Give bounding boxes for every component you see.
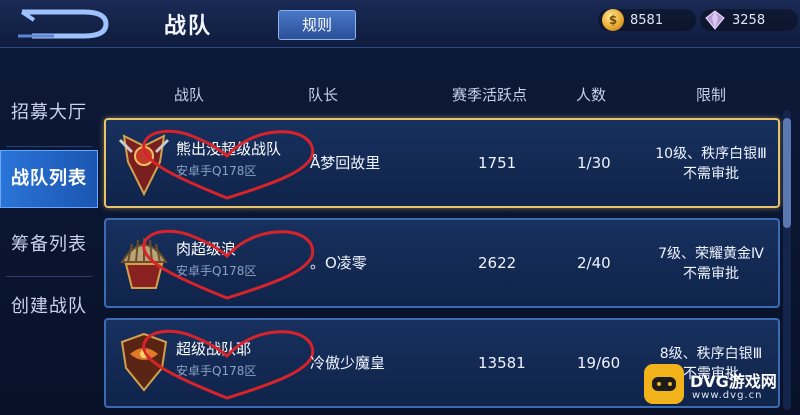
team-emblem-icon [120,238,168,289]
sidebar-item-prep-list[interactable]: 筹备列表 [0,216,98,274]
gem-amount: 3258 [732,12,766,28]
back-icon[interactable] [14,6,114,42]
sidebar-divider [6,276,92,277]
team-name: 超级战队耶 [176,340,252,358]
watermark: DVG游戏网 www.dvg.cn [632,360,798,412]
header-points: 赛季活跃点 [452,86,528,104]
team-members: 2/40 [577,254,611,272]
page-title: 战队 [164,14,213,39]
limit-requirement: 7级、荣耀黄金Ⅳ [658,246,764,262]
team-leader: 。O凌零 [310,254,367,272]
team-row[interactable]: 熊出没超级战队 安卓手Q178区 Å梦回故里 1751 1/30 10级、秩序白… [104,118,780,208]
team-points: 13581 [478,354,526,372]
gem-counter[interactable]: 3258 [700,9,798,31]
team-limit: 7级、荣耀黄金Ⅳ 不需审批 [636,244,786,284]
team-members: 19/60 [577,354,621,372]
team-limit: 10级、秩序白银Ⅲ 不需审批 [636,144,786,184]
sidebar-divider [6,146,92,147]
rules-button[interactable]: 规则 [278,10,356,40]
team-row[interactable]: 肉超级浪 安卓手Q178区 。O凌零 2622 2/40 7级、荣耀黄金Ⅳ 不需… [104,218,780,308]
sidebar-item-recruit-hall[interactable]: 招募大厅 [0,84,98,142]
gold-coin-icon: $ [602,9,624,31]
limit-requirement: 10级、秩序白银Ⅲ [655,146,767,162]
team-name: 肉超级浪 [176,240,237,258]
team-server: 安卓手Q178区 [176,164,257,178]
header-members: 人数 [576,86,607,104]
team-points: 1751 [478,154,517,172]
sidebar: 招募大厅 战队列表 筹备列表 创建战队 [0,62,98,415]
limit-approval: 不需审批 [683,266,739,282]
watermark-url: www.dvg.cn [692,390,763,401]
top-bar: 战队 规则 $ 8581 3258 [0,0,800,48]
team-server: 安卓手Q178区 [176,364,257,378]
sidebar-item-create-team[interactable]: 创建战队 [0,278,98,336]
limit-approval: 不需审批 [683,166,739,182]
sidebar-item-team-list[interactable]: 战队列表 [0,150,98,208]
gold-amount: 8581 [630,12,664,28]
watermark-text: DVG游戏网 [690,372,777,391]
team-server: 安卓手Q178区 [176,264,257,278]
header-leader: 队长 [308,86,339,104]
team-leader: Å梦回故里 [310,154,381,172]
team-members: 1/30 [577,154,611,172]
gold-counter[interactable]: $ 8581 [598,9,696,31]
team-leader: 冷傲少魔皇 [310,354,386,372]
table-header: 战队 队长 赛季活跃点 人数 限制 [104,84,784,106]
team-emblem-icon [118,134,170,197]
team-points: 2622 [478,254,517,272]
gamepad-logo-icon [644,364,684,404]
header-team: 战队 [174,86,205,104]
header-limit: 限制 [696,86,727,104]
team-emblem-icon [120,332,168,392]
scrollbar-thumb[interactable] [783,118,791,228]
diamond-icon [705,10,725,30]
team-name: 熊出没超级战队 [176,140,282,158]
